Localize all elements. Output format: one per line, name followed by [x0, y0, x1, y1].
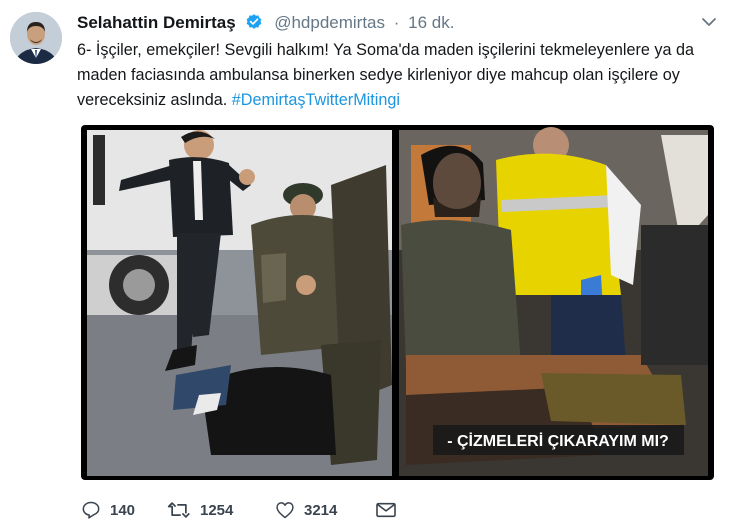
chevron-down-icon[interactable] — [701, 13, 717, 33]
direct-message-button[interactable] — [375, 501, 397, 519]
heart-icon — [276, 502, 294, 519]
author-avatar[interactable] — [10, 12, 62, 64]
left-photo — [87, 130, 392, 476]
tweet-text: 6- İşçiler, emekçiler! Sevgili halkım! Y… — [77, 38, 713, 113]
reply-button[interactable]: 140 — [81, 500, 167, 520]
tweet-timestamp[interactable]: 16 dk. — [408, 13, 454, 32]
like-count: 3214 — [304, 501, 338, 519]
verified-badge-icon — [245, 13, 263, 36]
avatar-photo — [10, 12, 62, 64]
retweet-icon — [167, 502, 190, 518]
reply-count: 140 — [110, 501, 136, 519]
hashtag-link[interactable]: #DemirtaşTwitterMitingi — [232, 91, 400, 109]
tweet-actions: 140 1254 3214 — [81, 497, 397, 523]
envelope-icon — [376, 502, 396, 518]
media-caption: - ÇİZMELERİ ÇIKARAYIM MI? — [447, 432, 669, 450]
separator-dot: · — [393, 13, 400, 32]
author-handle[interactable]: @hdpdemirtas — [274, 13, 385, 32]
reply-icon — [82, 501, 100, 519]
tweet-header: Selahattin Demirtaş @hdpdemirtas · 16 dk… — [77, 13, 717, 35]
retweet-button[interactable]: 1254 — [167, 500, 275, 520]
right-photo — [399, 127, 708, 476]
tweet-media[interactable]: - ÇİZMELERİ ÇIKARAYIM MI? — [81, 125, 714, 480]
like-button[interactable]: 3214 — [275, 500, 375, 520]
retweet-count: 1254 — [200, 501, 234, 519]
author-name[interactable]: Selahattin Demirtaş — [77, 13, 236, 32]
